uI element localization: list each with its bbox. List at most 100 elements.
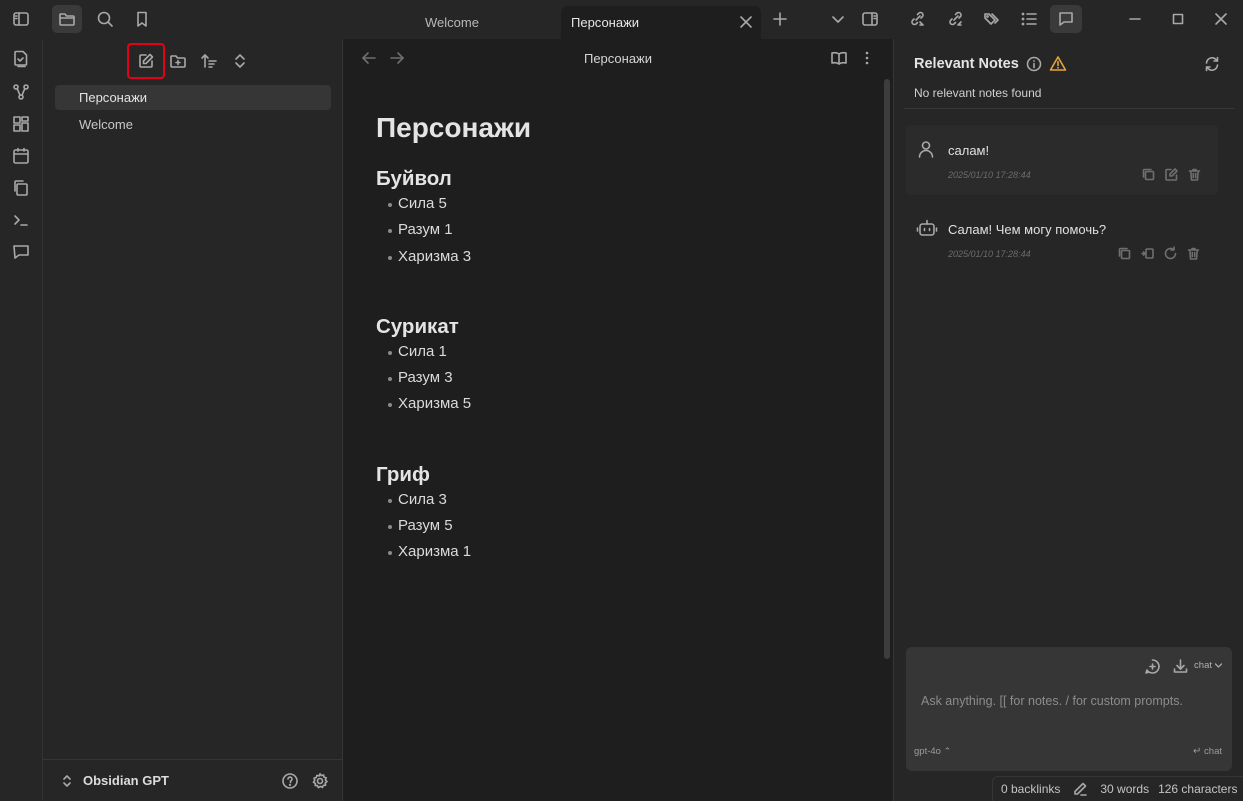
link-in-icon[interactable] [940,5,970,33]
message-timestamp: 2025/01/10 17:28:44 [948,170,1031,180]
list-item: Сила 1 [388,339,856,365]
note-title: Персонажи [376,112,532,143]
list-item: Разум 1 [388,217,856,243]
folder-icon[interactable] [52,5,82,33]
file-item-personazhi[interactable]: Персонажи [55,85,331,110]
status-bar: 0 backlinks 30 words 126 characters [992,776,1243,801]
copy-icon[interactable] [1141,167,1156,182]
tab-welcome[interactable]: Welcome [344,6,560,39]
list-item: Разум 3 [388,365,856,391]
collapse-expand-button[interactable] [227,49,253,73]
reading-view-icon[interactable] [830,50,848,66]
tab-active-label: Персонажи [571,15,640,30]
chat-input-placeholder[interactable]: Ask anything. [[ for notes. / for custom… [921,694,1183,708]
list-item: Харизма 5 [388,391,856,417]
file-item-label: Персонажи [79,90,148,105]
chevron-updown-icon [61,774,73,788]
file-explorer: Персонажи Welcome Obsidian GPT [43,39,343,801]
trash-icon[interactable] [1186,246,1201,261]
right-sidebar-icon[interactable] [855,5,885,33]
files-icon[interactable] [11,49,31,69]
file-item-label: Welcome [79,117,133,132]
section-heading: Сурикат [376,314,459,338]
download-icon[interactable] [1172,658,1189,675]
copy-icon[interactable] [1117,246,1132,261]
link-out-icon[interactable] [902,5,932,33]
chat-ribbon-icon[interactable] [11,242,31,262]
note-content[interactable]: Персонажи Буйвол Сила 5 Разум 1 Харизма … [376,111,856,611]
new-folder-button[interactable] [165,49,191,73]
section-heading: Буйвол [376,167,452,190]
list-item: Харизма 3 [388,244,856,270]
relevant-notes-status: No relevant notes found [914,86,1042,100]
tags-icon[interactable] [977,5,1007,33]
more-options-icon[interactable] [861,50,873,66]
user-avatar-icon [916,139,936,159]
trash-icon[interactable] [1187,167,1202,182]
canvas-icon[interactable] [11,114,31,134]
edit-icon[interactable] [1164,167,1179,182]
model-label: gpt-4o [914,746,941,757]
terminal-icon[interactable] [11,210,31,230]
bullet-list: Сила 3 Разум 5 Харизма 1 [388,487,856,566]
section-heading: Гриф [376,462,430,486]
chat-icon[interactable] [1050,5,1082,33]
sort-button[interactable] [196,49,222,73]
new-tab-plus-icon[interactable] [765,5,795,33]
chat-message-user: салам! 2025/01/10 17:28:44 [906,125,1218,195]
help-icon[interactable] [281,772,299,790]
bullet-list: Сила 5 Разум 1 Харизма 3 [388,191,856,270]
bot-avatar-icon [916,218,938,238]
gear-icon[interactable] [311,772,329,790]
bullet-list: Сила 1 Разум 3 Харизма 5 [388,339,856,418]
minimize-icon[interactable] [1120,5,1150,33]
refresh-icon[interactable] [1203,55,1221,73]
chevron-down-icon [1214,662,1223,669]
chat-mode-select[interactable]: chat [1194,660,1212,671]
chevron-down-icon[interactable] [823,5,853,33]
section-buyvol: Буйвол Сила 5 Разум 1 Харизма 3 [376,167,856,270]
editor-pane: Персонажи Персонажи Буйвол Сила 5 Разум … [343,39,893,801]
backlinks-count[interactable]: 0 backlinks [1001,782,1060,796]
copilot-chat-panel: Relevant Notes No relevant notes found с… [893,39,1243,801]
chat-input-box[interactable]: chat Ask anything. [[ for notes. / for c… [906,647,1232,771]
regenerate-icon[interactable] [1163,246,1178,261]
bookmark-icon[interactable] [127,5,157,33]
list-item: Сила 3 [388,487,856,513]
send-label: chat [1204,746,1222,757]
editor-header: Персонажи [343,39,893,77]
editor-scrollbar[interactable] [884,79,890,659]
close-tab-icon[interactable] [739,15,753,29]
graph-icon[interactable] [11,82,31,102]
message-timestamp: 2025/01/10 17:28:44 [948,249,1031,259]
close-window-icon[interactable] [1206,5,1236,33]
maximize-icon[interactable] [1163,5,1193,33]
relevant-notes-title: Relevant Notes [914,56,1019,72]
tab-personazhi[interactable]: Персонажи [561,6,761,39]
vault-name: Obsidian GPT [83,773,169,788]
editor-header-title[interactable]: Персонажи [343,51,893,66]
send-button[interactable]: ↵ chat [1193,746,1222,757]
sidebar-toggle-icon[interactable] [6,5,36,33]
list-item: Харизма 1 [388,539,856,565]
vault-switcher[interactable]: Obsidian GPT [43,759,342,801]
title-bar: Welcome Персонажи [0,0,1243,39]
copy-icon[interactable] [11,178,31,198]
divider [904,108,1234,109]
tab-welcome-label: Welcome [425,15,479,30]
new-note-button[interactable] [127,43,165,79]
new-chat-icon[interactable] [1144,658,1161,675]
word-count: 30 words [1100,782,1150,796]
info-icon[interactable] [1026,56,1042,72]
model-selector[interactable]: gpt-4o ⌃ [914,746,951,757]
ribbon [0,39,43,801]
insert-to-note-icon[interactable] [1140,246,1155,261]
section-grif: Гриф Сила 3 Разум 5 Харизма 1 [376,463,856,566]
file-item-welcome[interactable]: Welcome [55,112,331,137]
search-icon[interactable] [90,5,120,33]
chat-message-assistant: Салам! Чем могу помочь? 2025/01/10 17:28… [906,204,1218,274]
outline-icon[interactable] [1014,5,1044,33]
calendar-icon[interactable] [11,146,31,166]
pencil-icon[interactable] [1072,781,1088,797]
warning-icon[interactable] [1049,55,1067,72]
